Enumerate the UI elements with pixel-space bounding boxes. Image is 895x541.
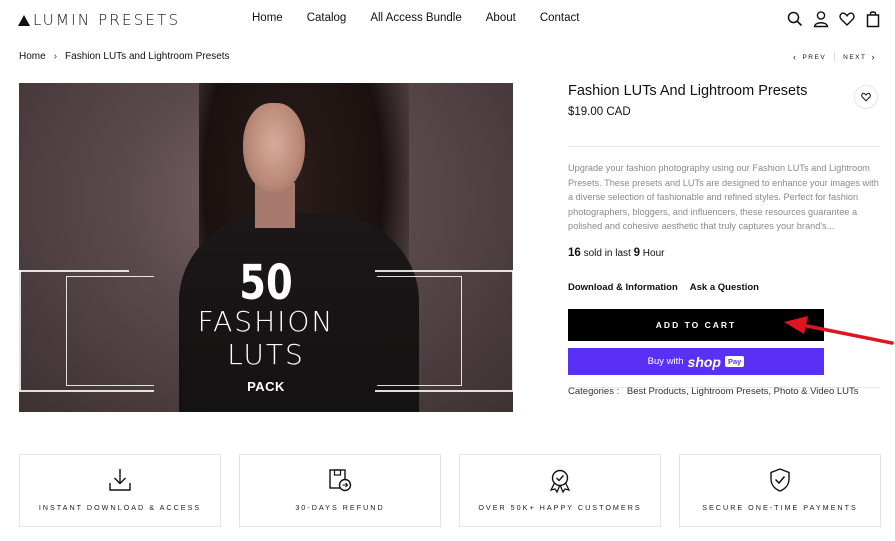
shop-pay-button[interactable]: Buy with shop Pay — [568, 348, 824, 375]
image-line-fashion: FASHION — [197, 305, 335, 338]
logo-triangle-icon — [18, 14, 30, 26]
search-icon[interactable] — [787, 10, 803, 28]
main-nav: Home Catalog All Access Bundle About Con… — [252, 12, 603, 24]
sold-text: sold in last — [583, 248, 631, 259]
user-icon[interactable] — [813, 10, 829, 28]
categories: Categories : Best Products, Lightroom Pr… — [568, 386, 859, 397]
features-row: INSTANT DOWNLOAD & ACCESS 30-DAYS REFUND… — [19, 454, 881, 527]
divider — [568, 146, 880, 147]
heart-icon[interactable] — [839, 10, 855, 28]
feature-label: 30-DAYS REFUND — [295, 503, 385, 512]
categories-links[interactable]: Best Products, Lightroom Presets, Photo … — [627, 386, 859, 397]
refund-icon — [329, 469, 352, 492]
header-icons — [787, 10, 881, 28]
product-title: Fashion LUTs And Lightroom Presets — [568, 83, 808, 99]
breadcrumb-separator-icon: › — [53, 51, 58, 62]
breadcrumb: Home › Fashion LUTs and Lightroom Preset… — [19, 51, 230, 62]
nav-all-access-bundle[interactable]: All Access Bundle — [370, 12, 461, 24]
breadcrumb-current: Fashion LUTs and Lightroom Presets — [65, 51, 230, 62]
sold-unit: Hour — [642, 248, 665, 259]
download-icon — [109, 469, 131, 491]
nav-contact[interactable]: Contact — [540, 12, 580, 24]
nav-home[interactable]: Home — [252, 12, 283, 24]
ask-question-link[interactable]: Ask a Question — [690, 282, 759, 293]
product-description: Upgrade your fashion photography using o… — [568, 163, 879, 232]
product-links: Download & Information Ask a Question — [568, 282, 759, 293]
buy-with-label: Buy with — [647, 356, 684, 367]
feature-card: 30-DAYS REFUND — [239, 454, 441, 527]
heart-icon — [861, 92, 871, 102]
download-information-link[interactable]: Download & Information — [568, 282, 678, 293]
sold-info: 16 sold in last 9 Hour — [568, 247, 664, 259]
shield-check-icon — [770, 468, 790, 492]
wishlist-button[interactable] — [854, 85, 878, 109]
prev-link[interactable]: PREV — [802, 54, 826, 61]
logo-text: LUMIN PRESETS — [33, 11, 181, 29]
pay-badge: Pay — [725, 356, 745, 367]
divider — [834, 52, 836, 62]
logo[interactable]: LUMIN PRESETS — [18, 11, 180, 29]
image-line-luts: LUTS — [227, 338, 305, 371]
feature-label: SECURE ONE-TIME PAYMENTS — [702, 503, 858, 512]
nav-about[interactable]: About — [486, 12, 516, 24]
feature-label: OVER 50K+ HAPPY CUSTOMERS — [478, 503, 642, 512]
sold-count: 16 — [568, 247, 581, 259]
model-face — [243, 103, 305, 193]
shop-logo: shop — [687, 353, 721, 370]
site-header: LUMIN PRESETS Home Catalog All Access Bu… — [0, 0, 895, 40]
badge-icon — [549, 469, 571, 493]
image-number: 50 — [239, 255, 293, 311]
feature-card: OVER 50K+ HAPPY CUSTOMERS — [459, 454, 661, 527]
sold-hours: 9 — [633, 247, 641, 259]
feature-card: INSTANT DOWNLOAD & ACCESS — [19, 454, 221, 527]
categories-label: Categories : — [568, 386, 620, 397]
image-line-pack: PACK — [247, 379, 285, 394]
nav-catalog[interactable]: Catalog — [307, 12, 347, 24]
chevron-left-icon[interactable]: ‹ — [793, 52, 798, 62]
feature-card: SECURE ONE-TIME PAYMENTS — [679, 454, 881, 527]
next-link[interactable]: NEXT — [843, 54, 866, 61]
breadcrumb-home[interactable]: Home — [19, 51, 46, 62]
product-image[interactable]: 50 FASHION LUTS PACK — [19, 83, 513, 412]
feature-label: INSTANT DOWNLOAD & ACCESS — [38, 503, 202, 512]
cart-icon[interactable] — [865, 10, 881, 28]
annotation-arrow-icon — [784, 316, 894, 345]
product-price: $19.00 CAD — [568, 106, 631, 118]
prev-next-nav: ‹ PREV NEXT › — [788, 52, 881, 62]
chevron-right-icon[interactable]: › — [872, 52, 877, 62]
